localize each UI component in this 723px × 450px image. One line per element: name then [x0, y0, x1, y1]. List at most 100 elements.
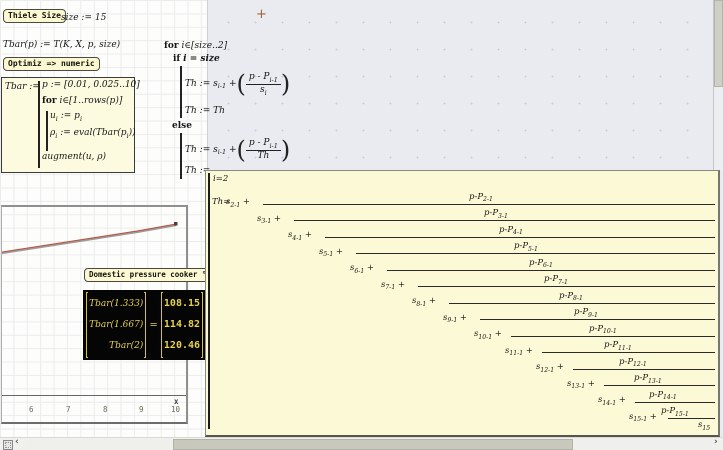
smath-worksheet-window: + Thiele Size size := 15 Tbar(p) := T(K,… [0, 0, 723, 450]
navigator-icon[interactable] [3, 440, 13, 450]
program-lhs: Tbar := [5, 82, 40, 92]
cf-fraction-bar [387, 269, 715, 271]
cf-numerator: p-P11-1 [604, 340, 632, 352]
continued-fraction-panel[interactable]: i=2 Th= s2-1 + p-P2-1 s3-1 + p-P3-1 s4-1 + p-… [205, 170, 720, 437]
cf-s-term: s4-1 + [288, 230, 313, 242]
cf-s-term: s10-1 + [474, 329, 502, 341]
scroll-left-icon[interactable]: ‹ [15, 437, 19, 447]
cf-numerator: p-P9-1 [574, 307, 598, 319]
x-tick: 7 [66, 405, 71, 414]
open-paren: ( [236, 70, 246, 98]
for-keyword: for [164, 41, 179, 51]
x-tick: 8 [103, 405, 108, 414]
cf-fraction-bar [668, 418, 715, 419]
cf-s-term: s7-1 + [381, 279, 406, 292]
cf-s-term: s9-1 + [443, 312, 468, 325]
insert-cursor-icon: + [256, 7, 267, 22]
fraction-numerator: p - Pi-1 [245, 72, 281, 85]
cf-s-term: s3-1 + [257, 213, 282, 226]
result-label: Tbar(1.333) [89, 299, 144, 310]
x-tick: 9 [139, 405, 144, 414]
bottom-scroll-bar: ‹ › [0, 437, 723, 450]
fraction-denominator: si [260, 85, 267, 97]
for-body-bar [46, 111, 48, 151]
cf-fraction-bar [294, 220, 715, 221]
vertical-scrollbar-thumb[interactable] [714, 0, 723, 87]
program-line-rho: ρi := eval(Tbar(pi)) [50, 128, 136, 140]
cf-s-term: s8-1 + [412, 296, 437, 308]
result-value: 120.46 [163, 339, 201, 351]
matrix-bracket-left [160, 292, 163, 358]
result-value: 108.15 [163, 298, 201, 310]
for-range: i∈[1..rows(p)] [59, 96, 123, 106]
fraction-numerator: p - Pi-1 [245, 138, 281, 151]
tbar-definition[interactable]: Tbar(p) := T(K, X, p, size) [3, 40, 120, 51]
thiele-size-label[interactable]: Thiele Size [3, 9, 66, 23]
cooker-label[interactable]: Domestic pressure cooker °C [84, 268, 216, 282]
cf-fraction-bar [573, 368, 715, 370]
fraction: p - Pi-1 Th [245, 138, 281, 162]
cf-fraction-bar [263, 203, 715, 205]
cf-fraction-bar [418, 286, 715, 287]
tbar-program-region[interactable]: Tbar := p := [0.01, 0.025..10] for i∈[1.… [1, 77, 140, 173]
x-axis-line [2, 395, 186, 396]
result-values-column: 108.15 114.82 120.46 [164, 294, 200, 356]
cf-numerator: p-P13-1 [634, 373, 662, 385]
th-assignment-3: Th := si-1 + (p - Pi-1 Th) [185, 130, 290, 170]
optimiz-label[interactable]: Optimiz => numeric [3, 57, 100, 71]
cf-fraction-bar [356, 253, 715, 254]
cf-s-term: s5-1 + [319, 246, 344, 259]
result-label: Tbar(2) [109, 340, 144, 351]
fraction: p - Pi-1 si [245, 72, 281, 97]
cf-final-denominator: s15 [698, 420, 711, 432]
matrix-bracket-left [86, 292, 89, 358]
loop-for-line[interactable]: for i∈[size..2] [164, 41, 227, 52]
cf-s-term: s13-1 + [567, 378, 595, 391]
cf-numerator: p-P10-1 [589, 323, 617, 336]
cf-s-term: s12-1 + [536, 362, 564, 374]
x-tick: 6 [29, 405, 34, 414]
cf-numerator: p-P3-1 [484, 208, 508, 220]
scroll-right-icon[interactable]: › [714, 437, 718, 447]
for-range: i∈[size..2] [181, 41, 228, 51]
cf-numerator: p-P15-1 [661, 406, 689, 418]
vertical-scrollbar[interactable] [713, 0, 723, 170]
result-labels-column: Tbar(1.333) Tbar(1.667) Tbar(2) [89, 294, 143, 356]
close-paren: ) [280, 136, 291, 164]
th-assignment-2: Th := Th [185, 106, 225, 116]
matrix-bracket-right [200, 292, 203, 358]
horizontal-scrollbar-track[interactable] [25, 439, 712, 450]
cf-s-term: s14-1 + [598, 395, 626, 407]
cf-s-term: s2-1 + [226, 197, 251, 209]
program-bar [38, 81, 40, 168]
cf-numerator: p-P14-1 [649, 389, 677, 402]
program-line-augment: augment(u, ρ) [42, 152, 107, 162]
matrix-bracket-right [144, 292, 147, 358]
continued-fraction-staircase: s2-1 + p-P2-1 s3-1 + p-P3-1 s4-1 + p-P4-1 s5-1… [206, 171, 718, 435]
equals-sign: = [149, 319, 158, 331]
cf-numerator: p-P7-1 [544, 274, 568, 286]
fraction-denominator: Th [257, 151, 270, 161]
th3-lhs: Th := si-1 + [185, 144, 237, 157]
cf-s-term: s6-1 + [350, 263, 375, 275]
program-line-p: p := [0.01, 0.025..10] [42, 80, 140, 90]
size-definition[interactable]: size := 15 [61, 13, 106, 24]
cf-numerator: p-P6-1 [529, 257, 553, 270]
close-paren: ) [280, 70, 291, 98]
for-keyword: for [42, 96, 57, 106]
else-body-bar [180, 133, 182, 179]
tbar-results-region[interactable]: Tbar(1.333) Tbar(1.667) Tbar(2) = 108.15… [83, 290, 206, 360]
th-assignment-1: Th := si-1 + (p - Pi-1 si) [185, 64, 290, 104]
cf-numerator: p-P8-1 [559, 290, 583, 303]
cf-numerator: p-P12-1 [619, 356, 647, 369]
cf-numerator: p-P5-1 [514, 241, 538, 253]
horizontal-scrollbar-thumb[interactable] [173, 439, 573, 450]
if-body-bar [180, 66, 182, 118]
cf-numerator: p-P2-1 [469, 191, 493, 204]
cf-fraction-bar [480, 319, 715, 320]
cf-fraction-bar [511, 335, 715, 337]
open-paren: ( [236, 136, 246, 164]
if-keyword: if [173, 54, 181, 64]
cf-s-term: s11-1 + [505, 345, 533, 358]
if-condition: i = size [183, 54, 220, 64]
